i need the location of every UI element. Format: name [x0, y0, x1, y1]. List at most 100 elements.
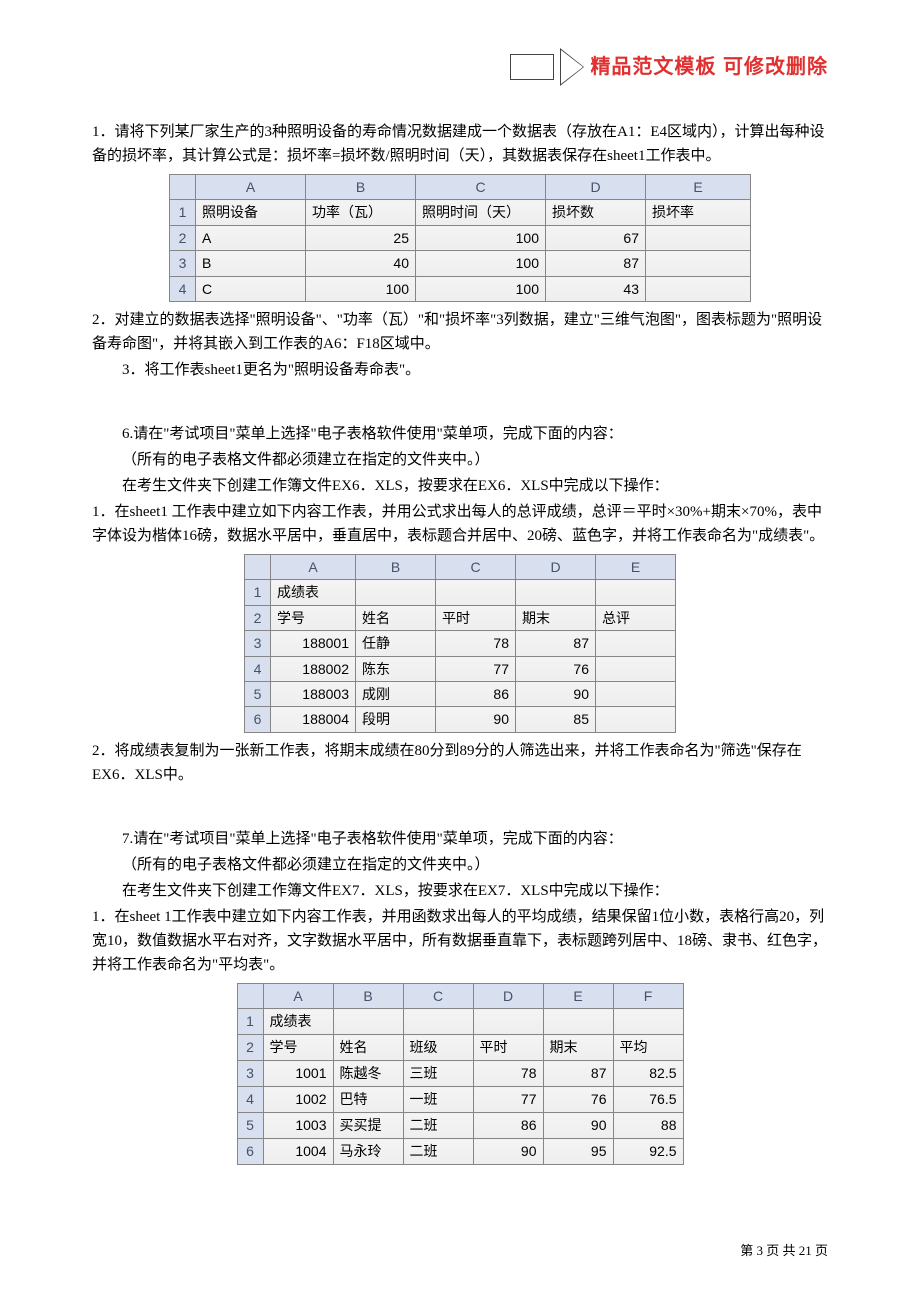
col-header: D	[473, 983, 543, 1008]
cell: 43	[546, 276, 646, 301]
cell: 100	[416, 225, 546, 250]
cell: 90	[543, 1113, 613, 1139]
cell: 平时	[473, 1035, 543, 1061]
cell: 总评	[596, 605, 676, 630]
row-header: 3	[170, 251, 196, 276]
cell: 90	[473, 1139, 543, 1165]
cell: 77	[436, 656, 516, 681]
row-header: 1	[237, 1009, 263, 1035]
col-header: E	[646, 175, 751, 200]
cell: 陈东	[356, 656, 436, 681]
cell: 25	[306, 225, 416, 250]
cell: 78	[436, 631, 516, 656]
col-header: A	[196, 175, 306, 200]
q7-file: 在考生文件夹下创建工作簿文件EX7．XLS，按要求在EX7．XLS中完成以下操作…	[92, 879, 828, 903]
cell	[646, 276, 751, 301]
cell: 78	[473, 1061, 543, 1087]
cell: 平时	[436, 605, 516, 630]
cell: 损坏数	[546, 200, 646, 225]
cell: 90	[436, 707, 516, 732]
cell: 功率（瓦）	[306, 200, 416, 225]
row-header: 3	[245, 631, 271, 656]
cell: 任静	[356, 631, 436, 656]
cell: A	[196, 225, 306, 250]
cell: 100	[416, 251, 546, 276]
q7-intro: 7.请在"考试项目"菜单上选择"电子表格软件使用"菜单项，完成下面的内容：	[92, 827, 828, 851]
cell	[613, 1009, 683, 1035]
col-header: C	[403, 983, 473, 1008]
cell	[596, 681, 676, 706]
cell: 1002	[263, 1087, 333, 1113]
row-header: 3	[237, 1061, 263, 1087]
cell: 一班	[403, 1087, 473, 1113]
cell	[333, 1009, 403, 1035]
col-header: B	[333, 983, 403, 1008]
cell: 二班	[403, 1113, 473, 1139]
cell: 86	[473, 1113, 543, 1139]
arrow-head-icon	[560, 48, 584, 86]
col-header: F	[613, 983, 683, 1008]
col-header: A	[271, 554, 356, 579]
q1-step3: 3．将工作表sheet1更名为"照明设备寿命表"。	[92, 358, 828, 382]
row-header: 2	[245, 605, 271, 630]
q7-step1: 1．在sheet 1工作表中建立如下内容工作表，并用函数求出每人的平均成绩，结果…	[92, 905, 828, 977]
row-header: 1	[245, 580, 271, 605]
cell: 76	[516, 656, 596, 681]
col-header: C	[416, 175, 546, 200]
cell: 成刚	[356, 681, 436, 706]
col-header: B	[356, 554, 436, 579]
cell: 平均	[613, 1035, 683, 1061]
q6-intro: 6.请在"考试项目"菜单上选择"电子表格软件使用"菜单项，完成下面的内容：	[92, 422, 828, 446]
row-header: 6	[237, 1139, 263, 1165]
cell: 成绩表	[263, 1009, 333, 1035]
banner-text: 精品范文模板 可修改删除	[590, 51, 828, 83]
cell: 二班	[403, 1139, 473, 1165]
row-header: 4	[237, 1087, 263, 1113]
cell	[543, 1009, 613, 1035]
cell: 188004	[271, 707, 356, 732]
q6-step2: 2．将成绩表复制为一张新工作表，将期末成绩在80分到89分的人筛选出来，并将工作…	[92, 739, 828, 787]
cell	[436, 580, 516, 605]
header-banner: 精品范文模板 可修改删除	[510, 48, 828, 86]
cell	[516, 580, 596, 605]
cell: 学号	[271, 605, 356, 630]
col-header: D	[546, 175, 646, 200]
cell: 姓名	[333, 1035, 403, 1061]
col-header: A	[263, 983, 333, 1008]
cell	[596, 580, 676, 605]
cell: 67	[546, 225, 646, 250]
cell	[646, 251, 751, 276]
col-corner	[237, 983, 263, 1008]
q7-note: （所有的电子表格文件都必须建立在指定的文件夹中。）	[92, 853, 828, 877]
cell: 76	[543, 1087, 613, 1113]
cell: 100	[416, 276, 546, 301]
row-header: 5	[245, 681, 271, 706]
cell	[403, 1009, 473, 1035]
table-scores: ABCDE1成绩表2学号姓名平时期末总评3188001任静78874188002…	[244, 554, 676, 733]
cell: 85	[516, 707, 596, 732]
row-header: 5	[237, 1113, 263, 1139]
row-header: 2	[237, 1035, 263, 1061]
cell: 82.5	[613, 1061, 683, 1087]
q1-step2: 2．对建立的数据表选择"照明设备"、"功率（瓦）"和"损坏率"3列数据，建立"三…	[92, 308, 828, 356]
cell: 期末	[543, 1035, 613, 1061]
row-header: 2	[170, 225, 196, 250]
table-lighting: ABCDE1照明设备功率（瓦）照明时间（天）损坏数损坏率2A25100673B4…	[169, 174, 751, 302]
row-header: 6	[245, 707, 271, 732]
cell: 班级	[403, 1035, 473, 1061]
cell	[356, 580, 436, 605]
row-header: 1	[170, 200, 196, 225]
col-header: C	[436, 554, 516, 579]
table-average: ABCDEF1成绩表2学号姓名班级平时期末平均31001陈越冬三班788782.…	[237, 983, 684, 1165]
cell: 86	[436, 681, 516, 706]
cell: B	[196, 251, 306, 276]
q6-file: 在考生文件夹下创建工作簿文件EX6．XLS，按要求在EX6．XLS中完成以下操作…	[92, 474, 828, 498]
cell	[473, 1009, 543, 1035]
row-header: 4	[245, 656, 271, 681]
cell: 92.5	[613, 1139, 683, 1165]
cell: 95	[543, 1139, 613, 1165]
cell	[596, 631, 676, 656]
cell: 成绩表	[271, 580, 356, 605]
cell: 1004	[263, 1139, 333, 1165]
cell: 40	[306, 251, 416, 276]
